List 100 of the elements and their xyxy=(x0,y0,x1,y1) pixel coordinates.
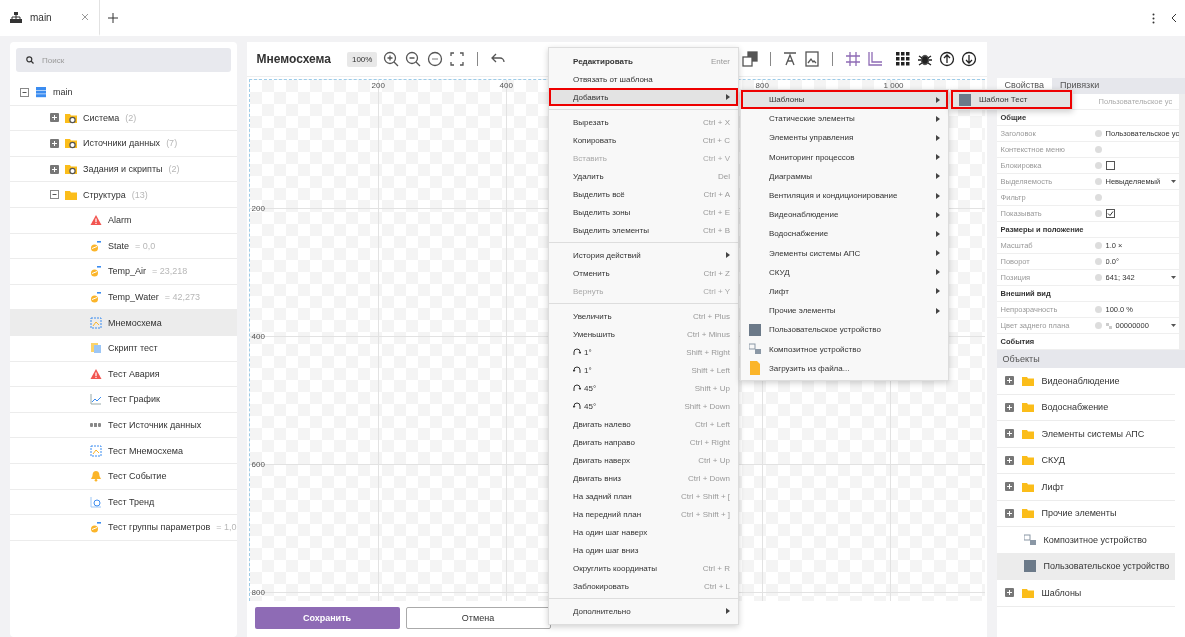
menu-item[interactable]: На задний план Ctrl + Shift + [ xyxy=(549,487,738,505)
grid-icon[interactable] xyxy=(844,51,861,67)
send-back-icon[interactable] xyxy=(741,51,758,67)
tree-item[interactable]: Задания и скрипты (2) xyxy=(10,156,237,183)
zoom-field[interactable]: 100% xyxy=(346,51,378,67)
composite-icon xyxy=(749,343,761,356)
menu-item[interactable]: Двигать вниз Ctrl + Down xyxy=(549,469,738,487)
chevron-left-icon xyxy=(1171,13,1177,23)
menu-item[interactable]: 1° Shift + Right xyxy=(549,343,738,361)
menu-item[interactable]: Выделить элементы Ctrl + B xyxy=(549,221,738,239)
submenu-arrow-icon xyxy=(936,154,940,161)
actual-size-icon[interactable] xyxy=(427,51,444,67)
tree-item-label: Задания и скрипты xyxy=(83,164,163,175)
menu-item[interactable]: Шаблон Тест xyxy=(951,90,1072,110)
tree-item-label: Мнемосхема xyxy=(108,317,162,328)
menu-item[interactable]: Уменьшить Ctrl + Minus xyxy=(549,325,738,343)
tree-item-label: Alarm xyxy=(108,215,132,226)
image-icon[interactable] xyxy=(804,51,821,67)
object-item[interactable]: СКУД xyxy=(996,447,1176,474)
menu-item[interactable]: Лифт xyxy=(741,281,948,302)
menu-item[interactable]: Элементы управления xyxy=(741,128,948,148)
folder-icon xyxy=(1021,586,1034,599)
menu-item[interactable]: Отменить Ctrl + Z xyxy=(549,264,738,282)
menu-item[interactable]: Двигать наверх Ctrl + Up xyxy=(549,451,738,469)
tree-item[interactable]: Тест График xyxy=(10,387,237,413)
menu-item[interactable]: Мониторинг процессов xyxy=(741,147,948,167)
menu-item[interactable]: Увеличить Ctrl + Plus xyxy=(549,307,738,325)
fit-screen-icon[interactable] xyxy=(449,51,466,67)
menu-item[interactable]: История действий xyxy=(549,246,738,264)
menu-item[interactable]: 45° Shift + Up xyxy=(549,379,738,397)
menu-item[interactable]: Шаблоны xyxy=(741,90,948,110)
object-item[interactable]: Водоснабжение xyxy=(996,394,1176,421)
menu-item[interactable]: Выделить всё Ctrl + A xyxy=(549,185,738,203)
menu-item[interactable]: Удалить Del xyxy=(549,167,738,185)
object-item[interactable]: Композитное устройство xyxy=(996,527,1176,554)
zoom-out-icon[interactable] xyxy=(405,51,422,67)
object-item[interactable]: Прочие элементы xyxy=(996,500,1176,527)
device-icon xyxy=(749,323,761,336)
menu-item[interactable]: 1° Shift + Left xyxy=(549,361,738,379)
plus-icon xyxy=(108,13,118,23)
menu-item[interactable]: Редактировать Enter xyxy=(549,52,738,70)
cancel-button[interactable]: Отмена xyxy=(405,607,551,629)
tree-item[interactable]: Тест Авария xyxy=(10,361,237,388)
tree-item[interactable]: Структура (13) xyxy=(10,182,237,208)
rotate-ccw-icon xyxy=(573,402,581,410)
menu-item[interactable]: Видеонаблюдение xyxy=(741,205,948,225)
menu-item[interactable]: Элементы системы АПС xyxy=(741,243,948,263)
object-item[interactable]: Пользовательское устройство xyxy=(996,553,1176,580)
menu-item[interactable]: На передний план Ctrl + Shift + ] xyxy=(549,505,738,523)
tree-item[interactable]: Тест Событие xyxy=(10,463,237,490)
menu-item[interactable]: Добавить xyxy=(549,88,738,106)
menu-item[interactable]: Вырезать Ctrl + X xyxy=(549,113,738,131)
menu-item[interactable]: Двигать налево Ctrl + Left xyxy=(549,415,738,433)
menu-item[interactable]: СКУД xyxy=(741,262,948,282)
help-icon xyxy=(1094,130,1102,137)
arrow-down-circle-icon[interactable] xyxy=(960,51,977,67)
menu-item[interactable]: Заблокировать Ctrl + L xyxy=(549,577,738,595)
checkbox[interactable] xyxy=(1105,161,1115,170)
tree-item[interactable]: State = 0,0 xyxy=(10,233,237,260)
checkbox[interactable] xyxy=(1105,209,1115,218)
menu-item[interactable]: На один шаг вниз xyxy=(549,541,738,559)
object-item[interactable]: Шаблоны xyxy=(996,580,1176,607)
text-icon[interactable] xyxy=(782,51,799,67)
tree-item[interactable]: Источники данных (7) xyxy=(10,131,237,157)
ruler-label: 200 xyxy=(251,204,265,213)
menu-item[interactable]: Загрузить из файла... xyxy=(741,358,948,378)
menu-item[interactable]: Дополнительно xyxy=(549,602,738,620)
menu-item[interactable]: Водоснабжение xyxy=(741,224,948,244)
menu-item[interactable]: Вентиляция и кондиционирование xyxy=(741,185,948,206)
tree-item[interactable]: Alarm xyxy=(10,207,237,234)
folder-icon xyxy=(1021,454,1034,467)
menu-item[interactable]: Отвязать от шаблона xyxy=(549,70,738,88)
tree-item[interactable]: Мнемосхема xyxy=(10,310,237,336)
tree-item[interactable]: Тест группы параметров = 1,0 xyxy=(10,515,237,541)
menu-item[interactable]: Статические элементы xyxy=(741,109,948,129)
menu-item[interactable]: Диаграммы xyxy=(741,166,948,186)
ruler-icon[interactable] xyxy=(866,51,883,67)
zoom-in-icon[interactable] xyxy=(383,51,400,67)
menu-item[interactable]: Округлить координаты Ctrl + R xyxy=(549,559,738,577)
tree-item[interactable]: Temp_Air = 23,218 xyxy=(10,259,237,285)
menu-item[interactable]: Пользовательское устройство xyxy=(741,320,948,340)
tree-item[interactable]: Скрипт тест xyxy=(10,335,237,362)
object-item[interactable]: Лифт xyxy=(996,474,1176,501)
object-item[interactable]: Элементы системы АПС xyxy=(996,421,1176,448)
save-button[interactable]: Сохранить xyxy=(254,607,400,629)
menu-item[interactable]: Двигать направо Ctrl + Right xyxy=(549,433,738,451)
tree-item[interactable]: Тест Мнемосхема xyxy=(10,438,237,464)
menu-item[interactable]: На один шаг наверх xyxy=(549,523,738,541)
tree-item[interactable]: Система (2) xyxy=(10,105,237,132)
tree-item[interactable]: Тест Источник данных xyxy=(10,412,237,439)
menu-item[interactable]: 45° Shift + Down xyxy=(549,397,738,415)
dots-grid-icon[interactable] xyxy=(894,51,911,67)
menu-item[interactable]: Копировать Ctrl + C xyxy=(549,131,738,149)
menu-item[interactable]: Прочие элементы xyxy=(741,301,948,321)
arrow-up-circle-icon[interactable] xyxy=(938,51,955,67)
menu-item[interactable]: Композитное устройство xyxy=(741,339,948,359)
tree-item[interactable]: Тест Тренд xyxy=(10,489,237,516)
object-item[interactable]: Видеонаблюдение xyxy=(996,368,1176,395)
tree-item[interactable]: main xyxy=(10,80,237,106)
menu-item[interactable]: Выделить зоны Ctrl + E xyxy=(549,203,738,221)
